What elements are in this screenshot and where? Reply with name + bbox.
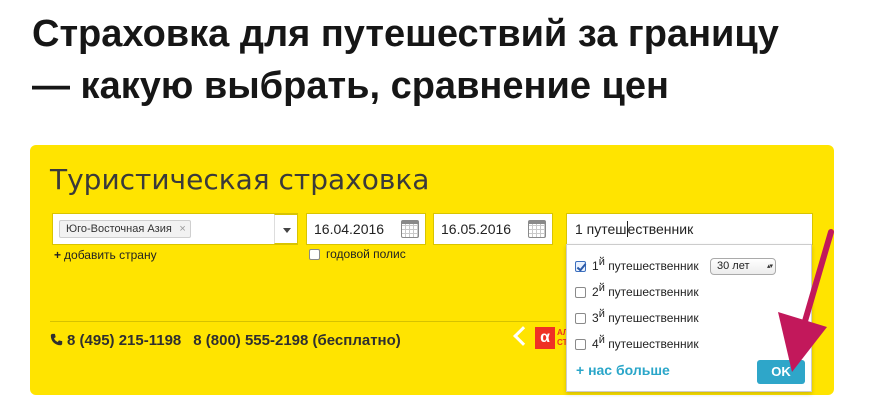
more-travelers-link[interactable]: + нас больше	[576, 362, 670, 378]
traveler-3-number: 3	[592, 311, 599, 325]
phone-1[interactable]: 8 (495) 215-1198	[67, 332, 181, 349]
traveler-2-number: 2	[592, 285, 599, 299]
traveler-2-label: путешественник	[608, 285, 699, 299]
country-tag: Юго-Восточная Азия ×	[59, 220, 191, 238]
phone-numbers: 8 (495) 215-1198 8 (800) 555-2198 (беспла…	[50, 332, 401, 349]
country-tag-label: Юго-Восточная Азия	[66, 223, 172, 235]
travelers-input[interactable]: 1 путешественник	[566, 213, 813, 245]
travelers-popup: 1й путешественник 30 лет 2й путешественн…	[566, 244, 812, 392]
divider	[50, 321, 560, 322]
yearly-policy-option[interactable]: годовой полис	[309, 247, 406, 261]
traveler-1-checkbox[interactable]	[575, 261, 586, 273]
traveler-4-label: путешественник	[608, 337, 699, 351]
traveler-1-label: путешественник	[608, 259, 699, 273]
country-select[interactable]: Юго-Восточная Азия ×	[52, 213, 298, 245]
calendar-icon[interactable]	[401, 220, 419, 238]
page-title: Страховка для путешествий за границу — к…	[32, 8, 852, 112]
traveler-1-age-select[interactable]: 30 лет	[709, 258, 776, 276]
date-from-field[interactable]: 16.04.2016	[306, 213, 426, 245]
page-title-line-1: Страховка для путешествий за границу	[32, 13, 779, 55]
calendar-icon[interactable]	[528, 220, 546, 238]
add-country-label: добавить страну	[64, 248, 157, 262]
traveler-row-4[interactable]: 4й путешественник	[575, 334, 699, 351]
date-from-value: 16.04.2016	[314, 221, 385, 237]
traveler-3-checkbox[interactable]	[575, 313, 586, 325]
traveler-3-label: путешественник	[608, 311, 699, 325]
traveler-row-1[interactable]: 1й путешественник 30 лет	[575, 256, 776, 276]
tag-remove-icon[interactable]: ×	[179, 221, 185, 237]
phone-icon	[50, 333, 63, 346]
traveler-1-number: 1	[592, 259, 599, 273]
add-country-link[interactable]: + добавить страну	[54, 248, 157, 262]
yearly-policy-label: годовой полис	[326, 247, 406, 261]
ok-button[interactable]: OK	[757, 360, 805, 384]
traveler-4-suffix: й	[598, 334, 605, 346]
travelers-value-start: 1 путеш	[575, 221, 627, 237]
page-title-line-2: — какую выбрать, сравнение цен	[32, 65, 669, 107]
traveler-2-suffix: й	[598, 282, 605, 294]
traveler-4-checkbox[interactable]	[575, 339, 586, 351]
traveler-1-suffix: й	[598, 256, 605, 268]
traveler-row-3[interactable]: 3й путешественник	[575, 308, 699, 325]
travelers-value-end: ественник	[627, 221, 694, 237]
traveler-1-age-value: 30 лет	[716, 260, 750, 273]
date-to-value: 16.05.2016	[441, 221, 512, 237]
widget-title: Туристическая страховка	[50, 163, 430, 196]
traveler-4-number: 4	[592, 337, 599, 351]
phone-2[interactable]: 8 (800) 555-2198 (бесплатно)	[193, 332, 401, 349]
alfa-logo: α	[535, 327, 555, 349]
traveler-row-2[interactable]: 2й путешественник	[575, 282, 699, 299]
traveler-2-checkbox[interactable]	[575, 287, 586, 299]
traveler-3-suffix: й	[598, 308, 605, 320]
chevron-down-icon[interactable]	[274, 214, 298, 244]
chevron-left-icon[interactable]	[513, 326, 533, 346]
date-to-field[interactable]: 16.05.2016	[433, 213, 553, 245]
yearly-policy-checkbox[interactable]	[309, 249, 320, 261]
plus-icon: +	[54, 248, 62, 262]
